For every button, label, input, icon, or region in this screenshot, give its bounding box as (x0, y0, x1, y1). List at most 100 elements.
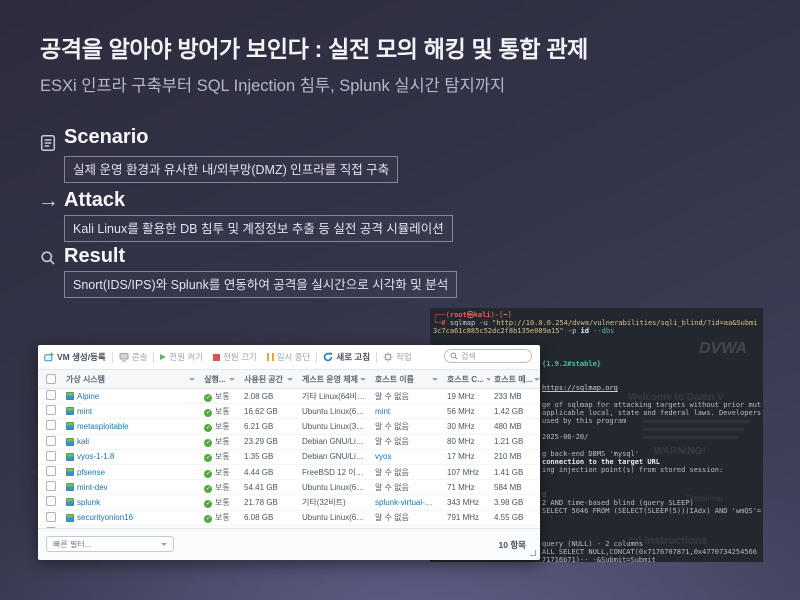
vm-icon (66, 468, 74, 476)
status-label: 보통 (215, 452, 230, 461)
status-label: 보통 (215, 483, 230, 492)
terminal-line (542, 376, 761, 384)
host-cpu-value: 71 MHz (443, 483, 490, 492)
column-header-space[interactable]: 사용된 공간 (240, 374, 298, 385)
column-header-host-mem[interactable]: 호스트 메... (490, 374, 540, 385)
status-ok-icon: ✓ (204, 500, 212, 508)
row-checkbox[interactable] (46, 390, 56, 400)
power-off-icon (213, 354, 220, 361)
vm-icon (66, 453, 74, 461)
host-mem-value: 1.42 GB (490, 407, 540, 416)
refresh-button[interactable]: 새로 고침 (323, 351, 370, 363)
host-name-value: 알 수 없음 (371, 436, 443, 447)
chevron-down-icon (360, 378, 366, 381)
table-row[interactable]: kali ✓보통 23.29 GB Debian GNU/Linux... 알 … (38, 435, 540, 450)
host-name-value: mint (371, 407, 443, 416)
terminal-line (542, 515, 761, 523)
console-button[interactable]: 콘솔 (119, 351, 148, 363)
terminal-line: 71716b71)-- -&Submit=Submit (542, 556, 761, 562)
row-checkbox[interactable] (46, 405, 56, 415)
vm-name-link[interactable]: pfsense (77, 468, 105, 477)
terminal-line (542, 351, 761, 359)
host-mem-value: 3.98 GB (490, 498, 540, 507)
table-row[interactable]: mint ✓보통 16.62 GB Ubuntu Linux(64비... mi… (38, 404, 540, 419)
vm-name-link[interactable]: mint (77, 407, 92, 416)
search-input[interactable] (461, 352, 521, 361)
vm-icon (66, 422, 74, 430)
used-space-value: 16.62 GB (240, 407, 298, 416)
table-row[interactable]: pfsense ✓보통 4.44 GB FreeBSD 12 이상 ... 알 … (38, 465, 540, 480)
column-header-vm[interactable]: 가상 시스템 (62, 374, 200, 385)
table-row[interactable]: metasploitable ✓보통 6.21 GB Ubuntu Linux(… (38, 419, 540, 434)
search-icon (450, 352, 458, 360)
power-off-button[interactable]: 전원 끄기 (213, 351, 257, 363)
used-space-value: 54.41 GB (240, 483, 298, 492)
terminal-line (542, 441, 761, 449)
row-checkbox[interactable] (46, 451, 56, 461)
resize-handle[interactable] (530, 550, 536, 556)
vm-icon (66, 392, 74, 400)
status-ok-icon: ✓ (204, 485, 212, 493)
row-checkbox[interactable] (46, 420, 56, 430)
column-header-status[interactable]: 실행... (200, 374, 240, 385)
table-row[interactable]: securityonion16 ✓보통 6.08 GB Ubuntu Linux… (38, 511, 540, 526)
column-header-host-cpu[interactable]: 호스트 C... (443, 374, 490, 385)
vm-create-button[interactable]: VM 생성/등록 (44, 351, 106, 363)
terminal-line: used by this program (542, 417, 761, 425)
terminal-line: ing injection point(s) from stored sessi… (542, 466, 761, 474)
status-label: 보통 (215, 422, 230, 431)
host-mem-value: 1.21 GB (490, 437, 540, 446)
status-label: 보통 (215, 437, 230, 446)
chevron-down-icon (161, 543, 167, 546)
row-checkbox[interactable] (46, 466, 56, 476)
host-cpu-value: 19 MHz (443, 392, 490, 401)
page-title: 공격을 알아야 방어가 보인다 : 실전 모의 해킹 및 통합 관제 (40, 30, 588, 64)
table-row[interactable]: vyos-1-1.8 ✓보통 1.35 GB Debian GNU/Linux.… (38, 450, 540, 465)
host-cpu-value: 30 MHz (443, 422, 490, 431)
host-name-value: 알 수 없음 (371, 467, 443, 478)
host-name-value: 알 수 없음 (371, 391, 443, 402)
guest-os-value: Ubuntu Linux(64비... (298, 406, 371, 417)
vm-name-link[interactable]: vyos-1-1.8 (77, 452, 114, 461)
power-on-icon (160, 354, 166, 360)
host-name-value: splunk-virtual-mac... (371, 498, 443, 507)
vm-name-link[interactable]: kali (77, 437, 89, 446)
quick-filter-select[interactable]: 빠른 필터... (46, 536, 174, 552)
table-row[interactable]: Alpine ✓보통 2.08 GB 기타 Linux(64비트) 알 수 없음… (38, 389, 540, 404)
presentation-slide: 공격을 알아야 방어가 보인다 : 실전 모의 해킹 및 통합 관제 ESXi … (0, 0, 800, 600)
row-checkbox[interactable] (46, 436, 56, 446)
host-cpu-value: 791 MHz (443, 513, 490, 522)
vm-name-link[interactable]: Alpine (77, 392, 99, 401)
select-all-checkbox[interactable] (46, 374, 56, 384)
table-row[interactable]: splunk ✓보통 21.78 GB 기타(32비트) splunk-virt… (38, 495, 540, 510)
actions-button[interactable]: 작업 (383, 351, 412, 363)
row-checkbox[interactable] (46, 481, 56, 491)
vm-icon (66, 483, 74, 491)
terminal-line: query (NULL) - 2 columns (542, 540, 761, 548)
table-header-row: 가상 시스템 실행... 사용된 공간 게스트 운영 체제 호스트 이름 호스트… (38, 370, 540, 389)
row-checkbox[interactable] (46, 496, 56, 506)
terminal-line (542, 335, 761, 343)
terminal-prompt: ┌──(root㉿kali)-[~] └─# sqlmap -u "http:/… (433, 311, 758, 336)
section-heading-result: Result (64, 245, 125, 268)
row-checkbox[interactable] (46, 512, 56, 522)
status-label: 보통 (215, 468, 230, 477)
gear-icon (383, 352, 393, 362)
arrow-right-icon: → (38, 192, 59, 210)
host-mem-value: 1.41 GB (490, 468, 540, 477)
vm-name-link[interactable]: securityonion16 (77, 513, 133, 522)
vm-name-link[interactable]: metasploitable (77, 422, 129, 431)
column-header-host-name[interactable]: 호스트 이름 (371, 374, 443, 385)
terminal-line (542, 532, 761, 540)
chevron-down-icon (189, 378, 195, 381)
vm-toolbar: VM 생성/등록 콘솔 전원 켜기 전원 끄기 일시 중단 (38, 345, 540, 370)
chevron-down-icon (534, 378, 540, 381)
vm-name-link[interactable]: splunk (77, 498, 100, 507)
search-box (444, 349, 532, 363)
vm-name-link[interactable]: mint-dev (77, 483, 108, 492)
suspend-button[interactable]: 일시 중단 (267, 351, 311, 363)
host-mem-value: 480 MB (490, 422, 540, 431)
column-header-guest-os[interactable]: 게스트 운영 체제 (298, 374, 371, 385)
table-row[interactable]: mint-dev ✓보통 54.41 GB Ubuntu Linux(64비..… (38, 480, 540, 495)
power-on-button[interactable]: 전원 켜기 (160, 351, 203, 363)
